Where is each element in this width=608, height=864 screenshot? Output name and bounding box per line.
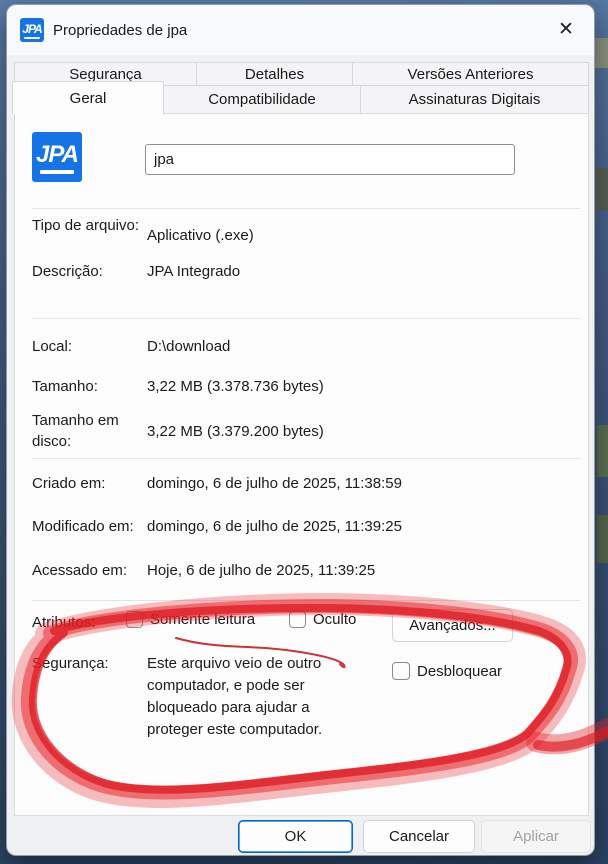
- apply-button[interactable]: Aplicar: [481, 820, 591, 853]
- field-tipo-label: Tipo de arquivo:: [32, 217, 140, 234]
- field-local-label: Local:: [32, 338, 73, 355]
- general-tab-page: JPA Tipo de arquivo: Aplicativo (.exe) D…: [14, 113, 589, 816]
- field-tamanho-disco-label: Tamanho em disco:: [32, 412, 119, 450]
- hidden-checkbox-label: Oculto: [313, 611, 357, 628]
- field-descricao-label: Descrição:: [32, 263, 103, 280]
- field-descricao-value: JPA Integrado: [147, 263, 241, 280]
- close-button[interactable]: ✕: [548, 13, 584, 46]
- unblock-checkbox[interactable]: Desbloquear: [392, 662, 502, 680]
- readonly-checkbox-box: [126, 611, 143, 628]
- filename-input[interactable]: [145, 144, 515, 175]
- tab-geral[interactable]: Geral: [12, 81, 164, 114]
- tab-detalhes[interactable]: Detalhes: [196, 62, 353, 86]
- field-tamanho-value: 3,22 MB (3.378.736 bytes): [147, 378, 324, 395]
- field-acessado-value: Hoje, 6 de julho de 2025, 11:39:25: [147, 562, 376, 579]
- field-tamanho-disco-value: 3,22 MB (3.379.200 bytes): [147, 423, 324, 440]
- close-icon: ✕: [558, 19, 574, 40]
- desktop-patch: [597, 425, 608, 477]
- separator: [32, 458, 580, 459]
- window-title: Propriedades de jpa: [53, 21, 188, 39]
- titlebar: JPA Propriedades de jpa ✕: [7, 5, 594, 55]
- jpa-app-icon: JPA: [20, 18, 44, 42]
- hidden-checkbox-box: [289, 611, 306, 628]
- readonly-checkbox[interactable]: Somente leitura: [126, 611, 255, 628]
- field-modificado-label: Modificado em:: [32, 518, 134, 535]
- ok-button[interactable]: OK: [238, 820, 353, 853]
- unblock-checkbox-box: [392, 662, 410, 680]
- jpa-file-icon: JPA: [32, 132, 82, 182]
- desktop-patch: [596, 168, 608, 210]
- tab-assinaturas-digitais[interactable]: Assinaturas Digitais: [360, 85, 589, 114]
- field-local-value: D:\download: [147, 338, 231, 355]
- field-criado-label: Criado em:: [32, 475, 106, 492]
- desktop-patch: [595, 38, 608, 68]
- field-tamanho-label: Tamanho:: [32, 378, 98, 395]
- field-acessado-label: Acessado em:: [32, 562, 128, 579]
- field-seguranca-label: Segurança:: [32, 655, 109, 672]
- hidden-checkbox[interactable]: Oculto: [289, 611, 356, 628]
- security-message: Este arquivo veio de outro computador, e…: [147, 655, 323, 738]
- field-modificado-value: domingo, 6 de julho de 2025, 11:39:25: [147, 518, 402, 535]
- separator: [32, 600, 580, 601]
- properties-dialog: JPA Propriedades de jpa ✕ Segurança Deta…: [6, 4, 595, 856]
- separator: [32, 208, 580, 209]
- tab-compatibilidade[interactable]: Compatibilidade: [163, 85, 361, 114]
- readonly-checkbox-label: Somente leitura: [150, 611, 256, 628]
- tab-versoes-anteriores[interactable]: Versões Anteriores: [352, 62, 589, 86]
- desktop-patch: [597, 515, 608, 563]
- field-tipo-value: Aplicativo (.exe): [147, 227, 254, 244]
- advanced-button[interactable]: Avançados...: [392, 609, 513, 642]
- field-criado-value: domingo, 6 de julho de 2025, 11:38:59: [147, 475, 402, 492]
- cancel-button[interactable]: Cancelar: [363, 820, 475, 853]
- unblock-checkbox-label: Desbloquear: [417, 662, 503, 680]
- separator: [32, 318, 580, 319]
